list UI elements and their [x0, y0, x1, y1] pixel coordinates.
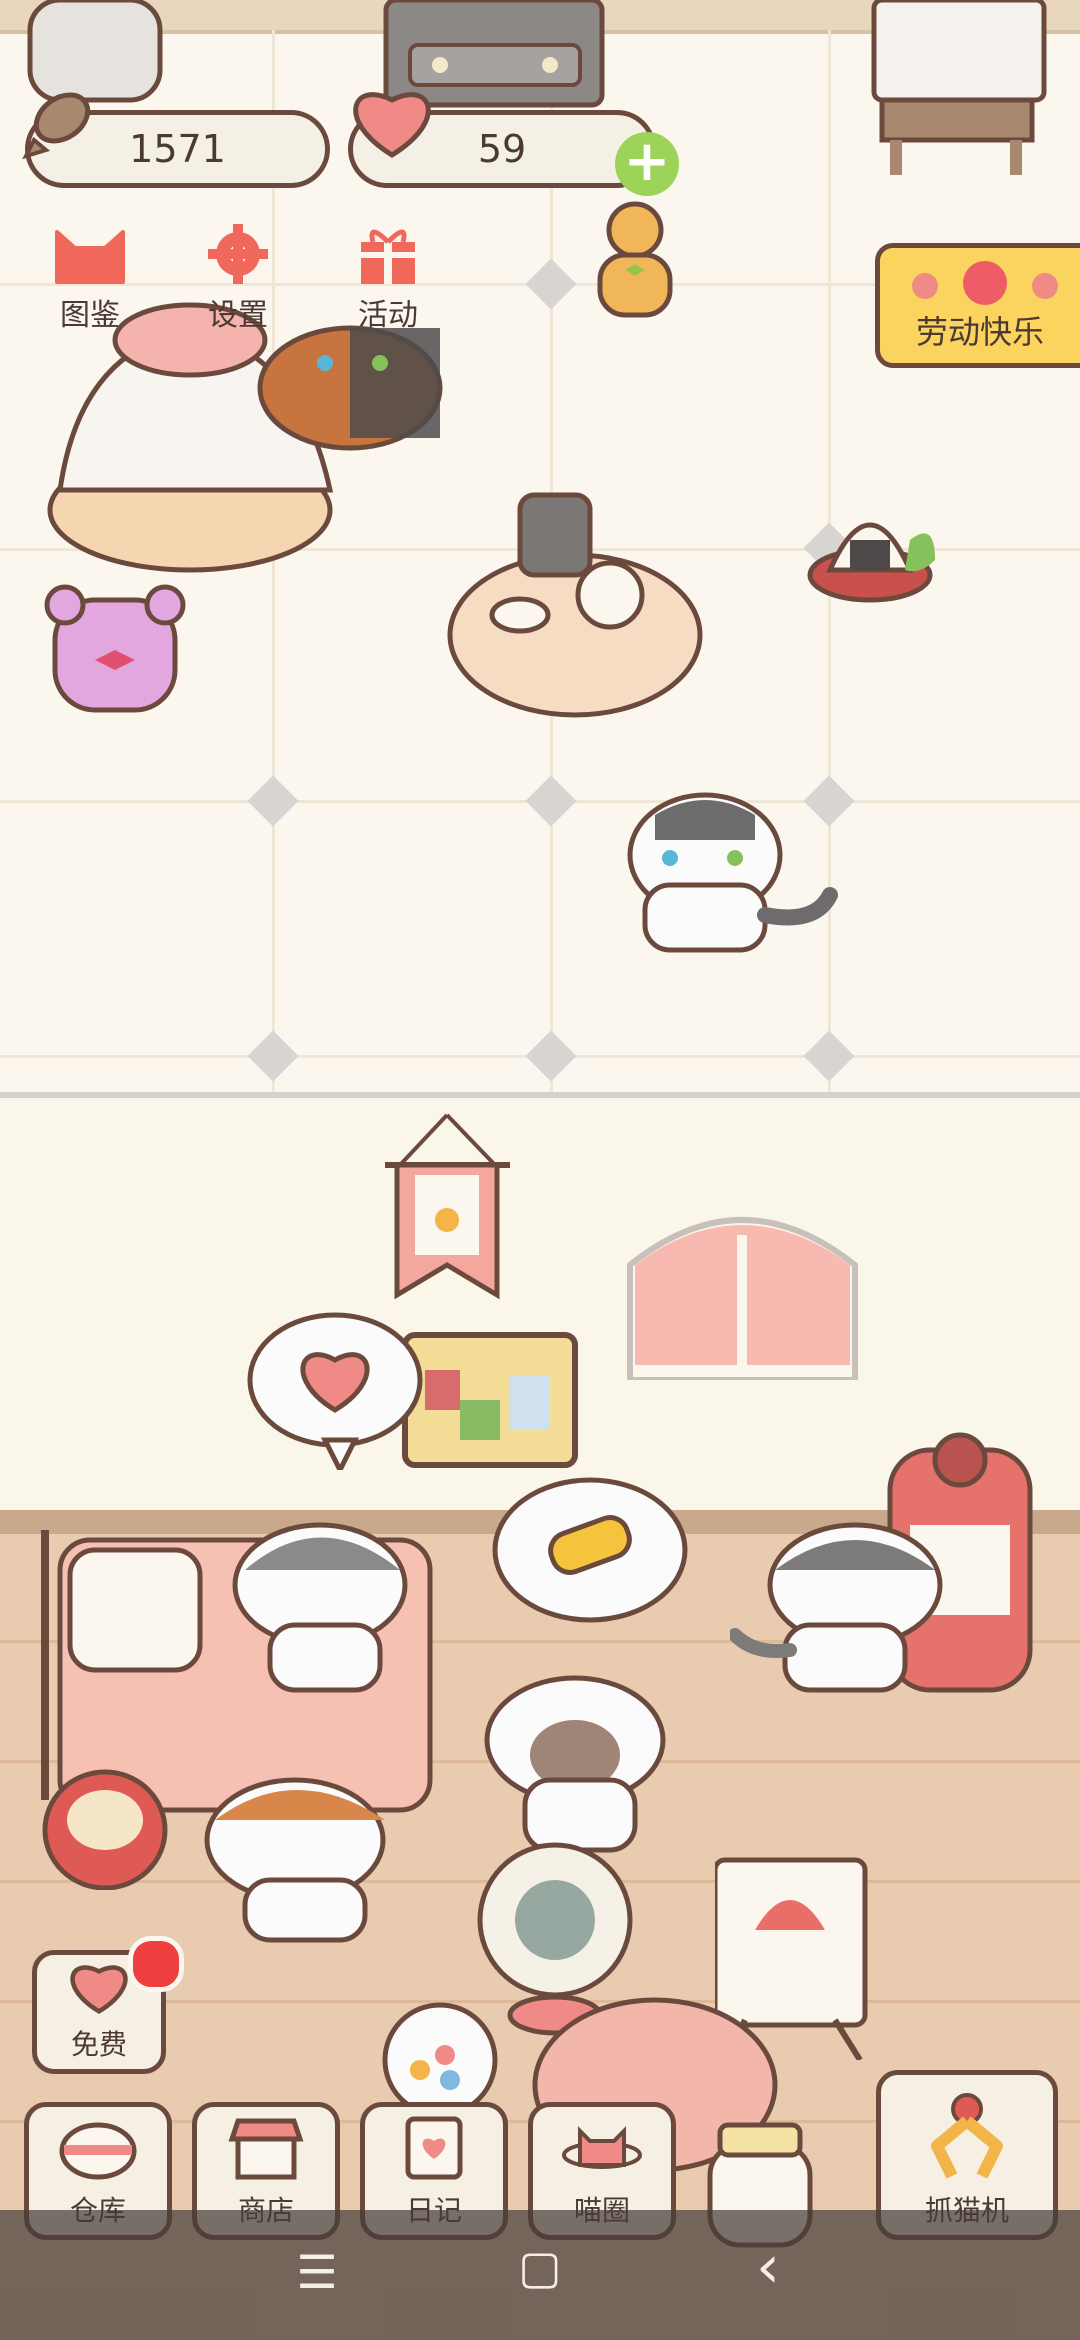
pink-teddy-bear-toy[interactable]	[40, 580, 190, 730]
fish-coin-icon	[22, 92, 91, 160]
daruma-doll-decoration[interactable]	[40, 1760, 170, 1890]
heart-count: 59	[477, 127, 527, 171]
shop-icon	[228, 2118, 304, 2180]
free-button-label: 免费	[70, 2028, 127, 2061]
white-grey-cat-character[interactable]	[615, 785, 845, 965]
heart-currency-icon	[353, 92, 431, 158]
menu-icon[interactable]: ☰	[287, 2245, 347, 2299]
tea-table-furniture[interactable]	[445, 475, 715, 735]
pink-window-curtain[interactable]	[625, 1195, 860, 1380]
notification-badge	[128, 1936, 184, 1992]
storage-icon	[59, 2122, 137, 2180]
sink-cabinet-furniture[interactable]	[870, 0, 1050, 180]
sushi-thought-bubble[interactable]	[490, 1475, 690, 1645]
gear-icon	[208, 224, 268, 284]
claw-icon	[931, 2093, 1003, 2179]
top-menu-settings[interactable]: 设置	[178, 222, 298, 342]
gingerbread-man-item[interactable]	[570, 200, 700, 330]
back-icon[interactable]: ‹	[738, 2232, 798, 2302]
heart-icon	[70, 1965, 128, 2015]
siamese-cat-character[interactable]	[470, 1665, 700, 1865]
event-banner-label: 劳动快乐	[915, 313, 1044, 351]
top-menu-events[interactable]: 活动	[328, 222, 448, 342]
cat-planet-icon	[562, 2126, 642, 2169]
coin-count: 1571	[129, 127, 226, 171]
menu-label: 活动	[358, 298, 418, 333]
flower-icon	[912, 261, 1058, 305]
cat-face-icon	[55, 230, 125, 284]
onigiri-bowl-item[interactable]	[805, 480, 945, 610]
menu-label: 设置	[208, 298, 268, 333]
grey-white-cat-character[interactable]	[730, 1520, 960, 1700]
diary-icon	[405, 2116, 463, 2180]
event-banner-labor-day[interactable]: 劳动快乐	[875, 243, 1080, 368]
heart-thought-bubble[interactable]	[245, 1310, 425, 1470]
orange-white-cat-character[interactable]	[195, 1770, 445, 1950]
paw-pennant-decoration[interactable]	[375, 1105, 520, 1305]
gift-icon	[361, 229, 415, 284]
top-menu-cat-collection[interactable]: 图鉴	[30, 222, 150, 342]
add-hearts-button[interactable]: +	[615, 132, 679, 196]
grey-tabby-cat-character[interactable]	[230, 1515, 450, 1700]
home-icon[interactable]: ▢	[510, 2240, 570, 2294]
menu-label: 图鉴	[60, 298, 120, 333]
cork-notice-board[interactable]	[400, 1330, 580, 1470]
